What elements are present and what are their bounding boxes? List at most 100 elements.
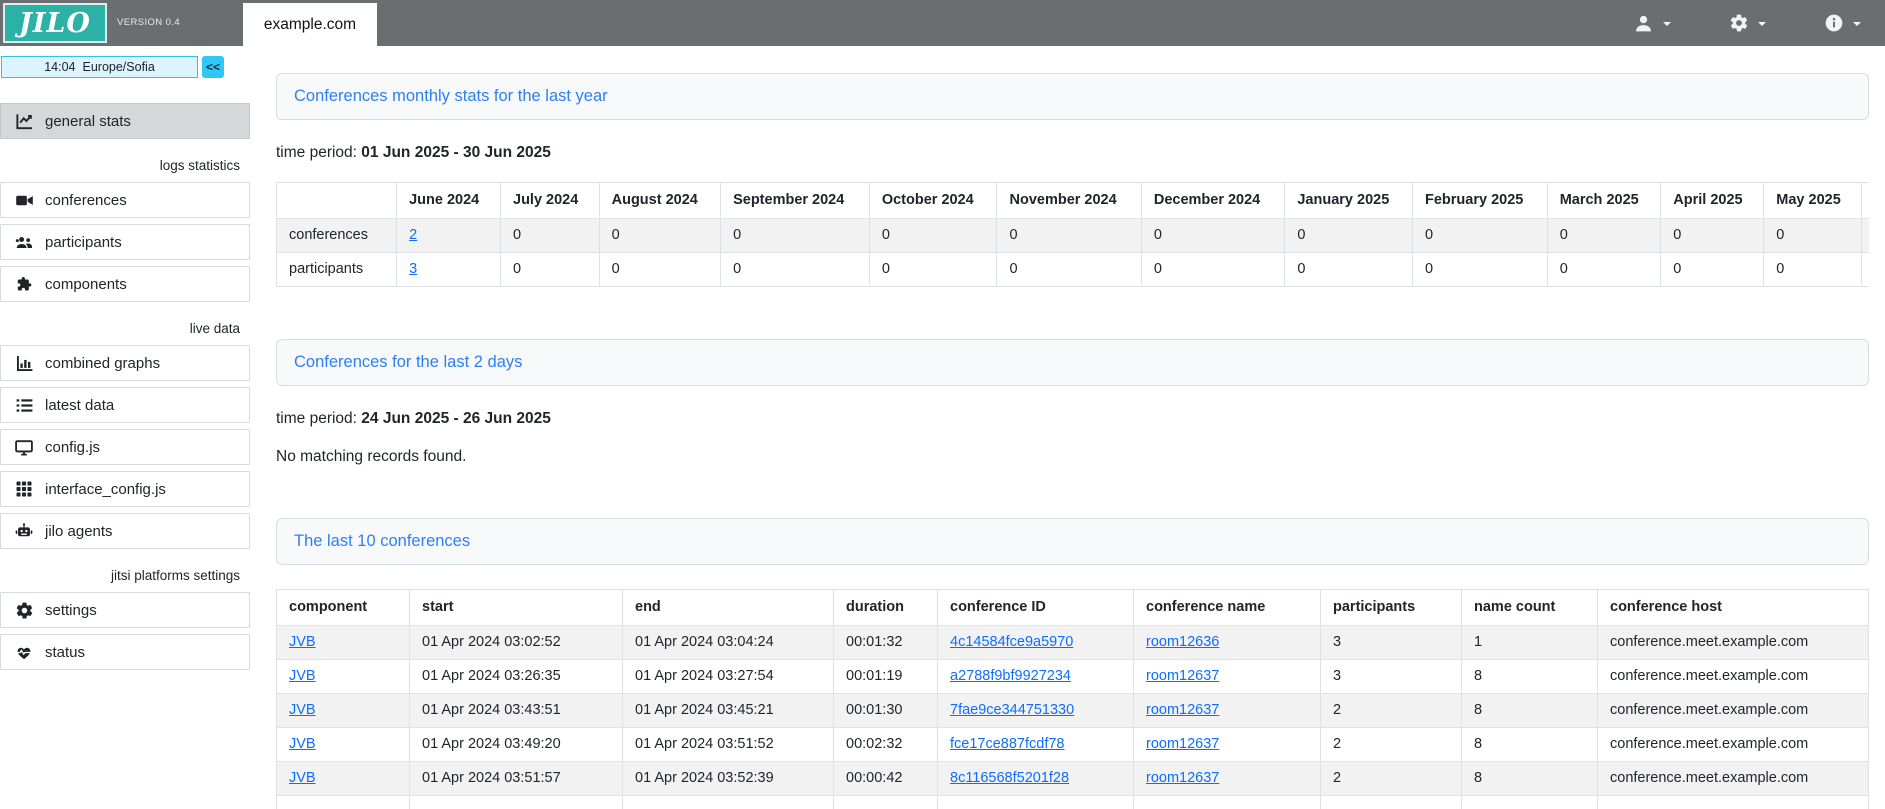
cell <box>1462 796 1598 809</box>
sidebar-item-general-stats[interactable]: general stats <box>0 103 250 139</box>
cell <box>834 796 938 809</box>
cell-name-count: 8 <box>1462 728 1598 762</box>
column-header: May 2025 <box>1764 183 1862 219</box>
cell-link[interactable]: JVB <box>289 668 316 684</box>
sidebar-collapse-button[interactable]: << <box>202 56 224 78</box>
stat-link[interactable]: 3 <box>409 261 417 277</box>
cell: 0 <box>599 253 720 287</box>
cell-component: JVB <box>277 694 410 728</box>
cell-conference-id: a2788f9bf9927234 <box>938 660 1134 694</box>
cell-link[interactable]: 8c116568f5201f28 <box>950 770 1069 786</box>
cell-link[interactable]: room12636 <box>1146 634 1219 650</box>
cell-end: 01 Apr 2024 03:51:52 <box>623 728 834 762</box>
conference-row: JVB01 Apr 2024 03:02:5201 Apr 2024 03:04… <box>277 626 1869 660</box>
sidebar-item-config-js[interactable]: config.js <box>0 429 250 465</box>
time-period-monthly: time period: 01 Jun 2025 - 30 Jun 2025 <box>276 144 1869 162</box>
cell-conference-id: 4c14584fce9a5970 <box>938 626 1134 660</box>
main-content: Conferences monthly stats for the last y… <box>250 46 1885 809</box>
stat-link[interactable]: 2 <box>409 227 417 243</box>
cell: 0 <box>501 253 600 287</box>
cell-link[interactable]: room12637 <box>1146 668 1219 684</box>
video-icon <box>14 191 34 210</box>
table-header-row: June 2024July 2024August 2024September 2… <box>277 183 1870 219</box>
column-header: September 2024 <box>721 183 870 219</box>
robot-icon <box>14 522 34 541</box>
cell-conference-name: room12637 <box>1134 660 1321 694</box>
column-header-component: component <box>277 590 410 626</box>
cell-link[interactable]: JVB <box>289 634 316 650</box>
card-header-monthly-stats: Conferences monthly stats for the last y… <box>276 73 1869 120</box>
cell-name-count: 8 <box>1462 694 1598 728</box>
cell <box>623 796 834 809</box>
sidebar-item-components[interactable]: components <box>0 266 250 302</box>
gear-icon <box>14 601 34 620</box>
info-icon <box>1824 13 1844 33</box>
table-row: participants3000000000000 <box>277 253 1870 287</box>
cell-name-count: 1 <box>1462 626 1598 660</box>
cell: 0 <box>1661 253 1764 287</box>
column-header: November 2024 <box>997 183 1141 219</box>
cell-component: JVB <box>277 728 410 762</box>
sidebar-item-label: config.js <box>45 439 100 456</box>
user-menu[interactable] <box>1633 13 1671 34</box>
cell-link[interactable]: fce17ce887fcdf78 <box>950 736 1064 752</box>
cell-link[interactable]: 4c14584fce9a5970 <box>950 634 1073 650</box>
list-icon <box>14 396 34 415</box>
sidebar-item-participants[interactable]: participants <box>0 224 250 260</box>
clock: 14:04 Europe/Sofia <box>1 56 198 78</box>
bar-chart-icon <box>14 354 34 373</box>
cell-link[interactable]: room12637 <box>1146 770 1219 786</box>
cell-link[interactable]: room12637 <box>1146 736 1219 752</box>
cell <box>410 796 623 809</box>
cell: 0 <box>1141 253 1285 287</box>
sidebar-item-status[interactable]: status <box>0 634 250 670</box>
cell-conference-name: room12637 <box>1134 728 1321 762</box>
cell: 0 <box>1764 253 1862 287</box>
cell-link[interactable]: room12637 <box>1146 702 1219 718</box>
sidebar-item-label: participants <box>45 234 122 251</box>
cell-conference-name: room12637 <box>1134 694 1321 728</box>
sidebar-item-conferences[interactable]: conferences <box>0 182 250 218</box>
cell-link[interactable]: 7fae9ce344751330 <box>950 702 1074 718</box>
cell-component: JVB <box>277 626 410 660</box>
cell-name-count: 8 <box>1462 762 1598 796</box>
chart-line-icon <box>14 112 34 131</box>
column-header: January 2025 <box>1285 183 1413 219</box>
tab-example-com[interactable]: example.com <box>243 3 377 46</box>
cell-conference-name: room12637 <box>1134 762 1321 796</box>
column-header-conference-name: conference name <box>1134 590 1321 626</box>
info-menu[interactable] <box>1824 13 1861 33</box>
cell-link[interactable]: JVB <box>289 736 316 752</box>
cell-duration: 00:01:32 <box>834 626 938 660</box>
cell-conference-name: room12636 <box>1134 626 1321 660</box>
users-icon <box>14 233 34 252</box>
cell-conference-id: 8c116568f5201f28 <box>938 762 1134 796</box>
column-header-participants: participants <box>1321 590 1462 626</box>
cell: 0 <box>1862 253 1870 287</box>
column-header: October 2024 <box>869 183 997 219</box>
cell: 0 <box>869 219 997 253</box>
sidebar-item-settings[interactable]: settings <box>0 592 250 628</box>
cell-conference-host: conference.meet.example.com <box>1598 762 1869 796</box>
cell: 0 <box>997 253 1141 287</box>
cell-link[interactable]: JVB <box>289 702 316 718</box>
cell-start: 01 Apr 2024 03:49:20 <box>410 728 623 762</box>
cell: 0 <box>1661 219 1764 253</box>
cell-component: JVB <box>277 762 410 796</box>
sidebar-item-label: settings <box>45 602 97 619</box>
app-logo[interactable]: JILO <box>3 3 107 43</box>
cell: 0 <box>997 219 1141 253</box>
cell-link[interactable]: JVB <box>289 770 316 786</box>
cell <box>277 796 410 809</box>
cell-conference-id: 7fae9ce344751330 <box>938 694 1134 728</box>
cell-start: 01 Apr 2024 03:02:52 <box>410 626 623 660</box>
cell: 0 <box>1285 219 1413 253</box>
sidebar-item-latest-data[interactable]: latest data <box>0 387 250 423</box>
sidebar-item-interface-config-js[interactable]: interface_config.js <box>0 471 250 507</box>
sidebar-item-combined-graphs[interactable]: combined graphs <box>0 345 250 381</box>
column-header <box>277 183 397 219</box>
cell-link[interactable]: a2788f9bf9927234 <box>950 668 1071 684</box>
user-icon <box>1633 13 1654 34</box>
sidebar-item-jilo-agents[interactable]: jilo agents <box>0 513 250 549</box>
settings-menu[interactable] <box>1729 13 1766 33</box>
